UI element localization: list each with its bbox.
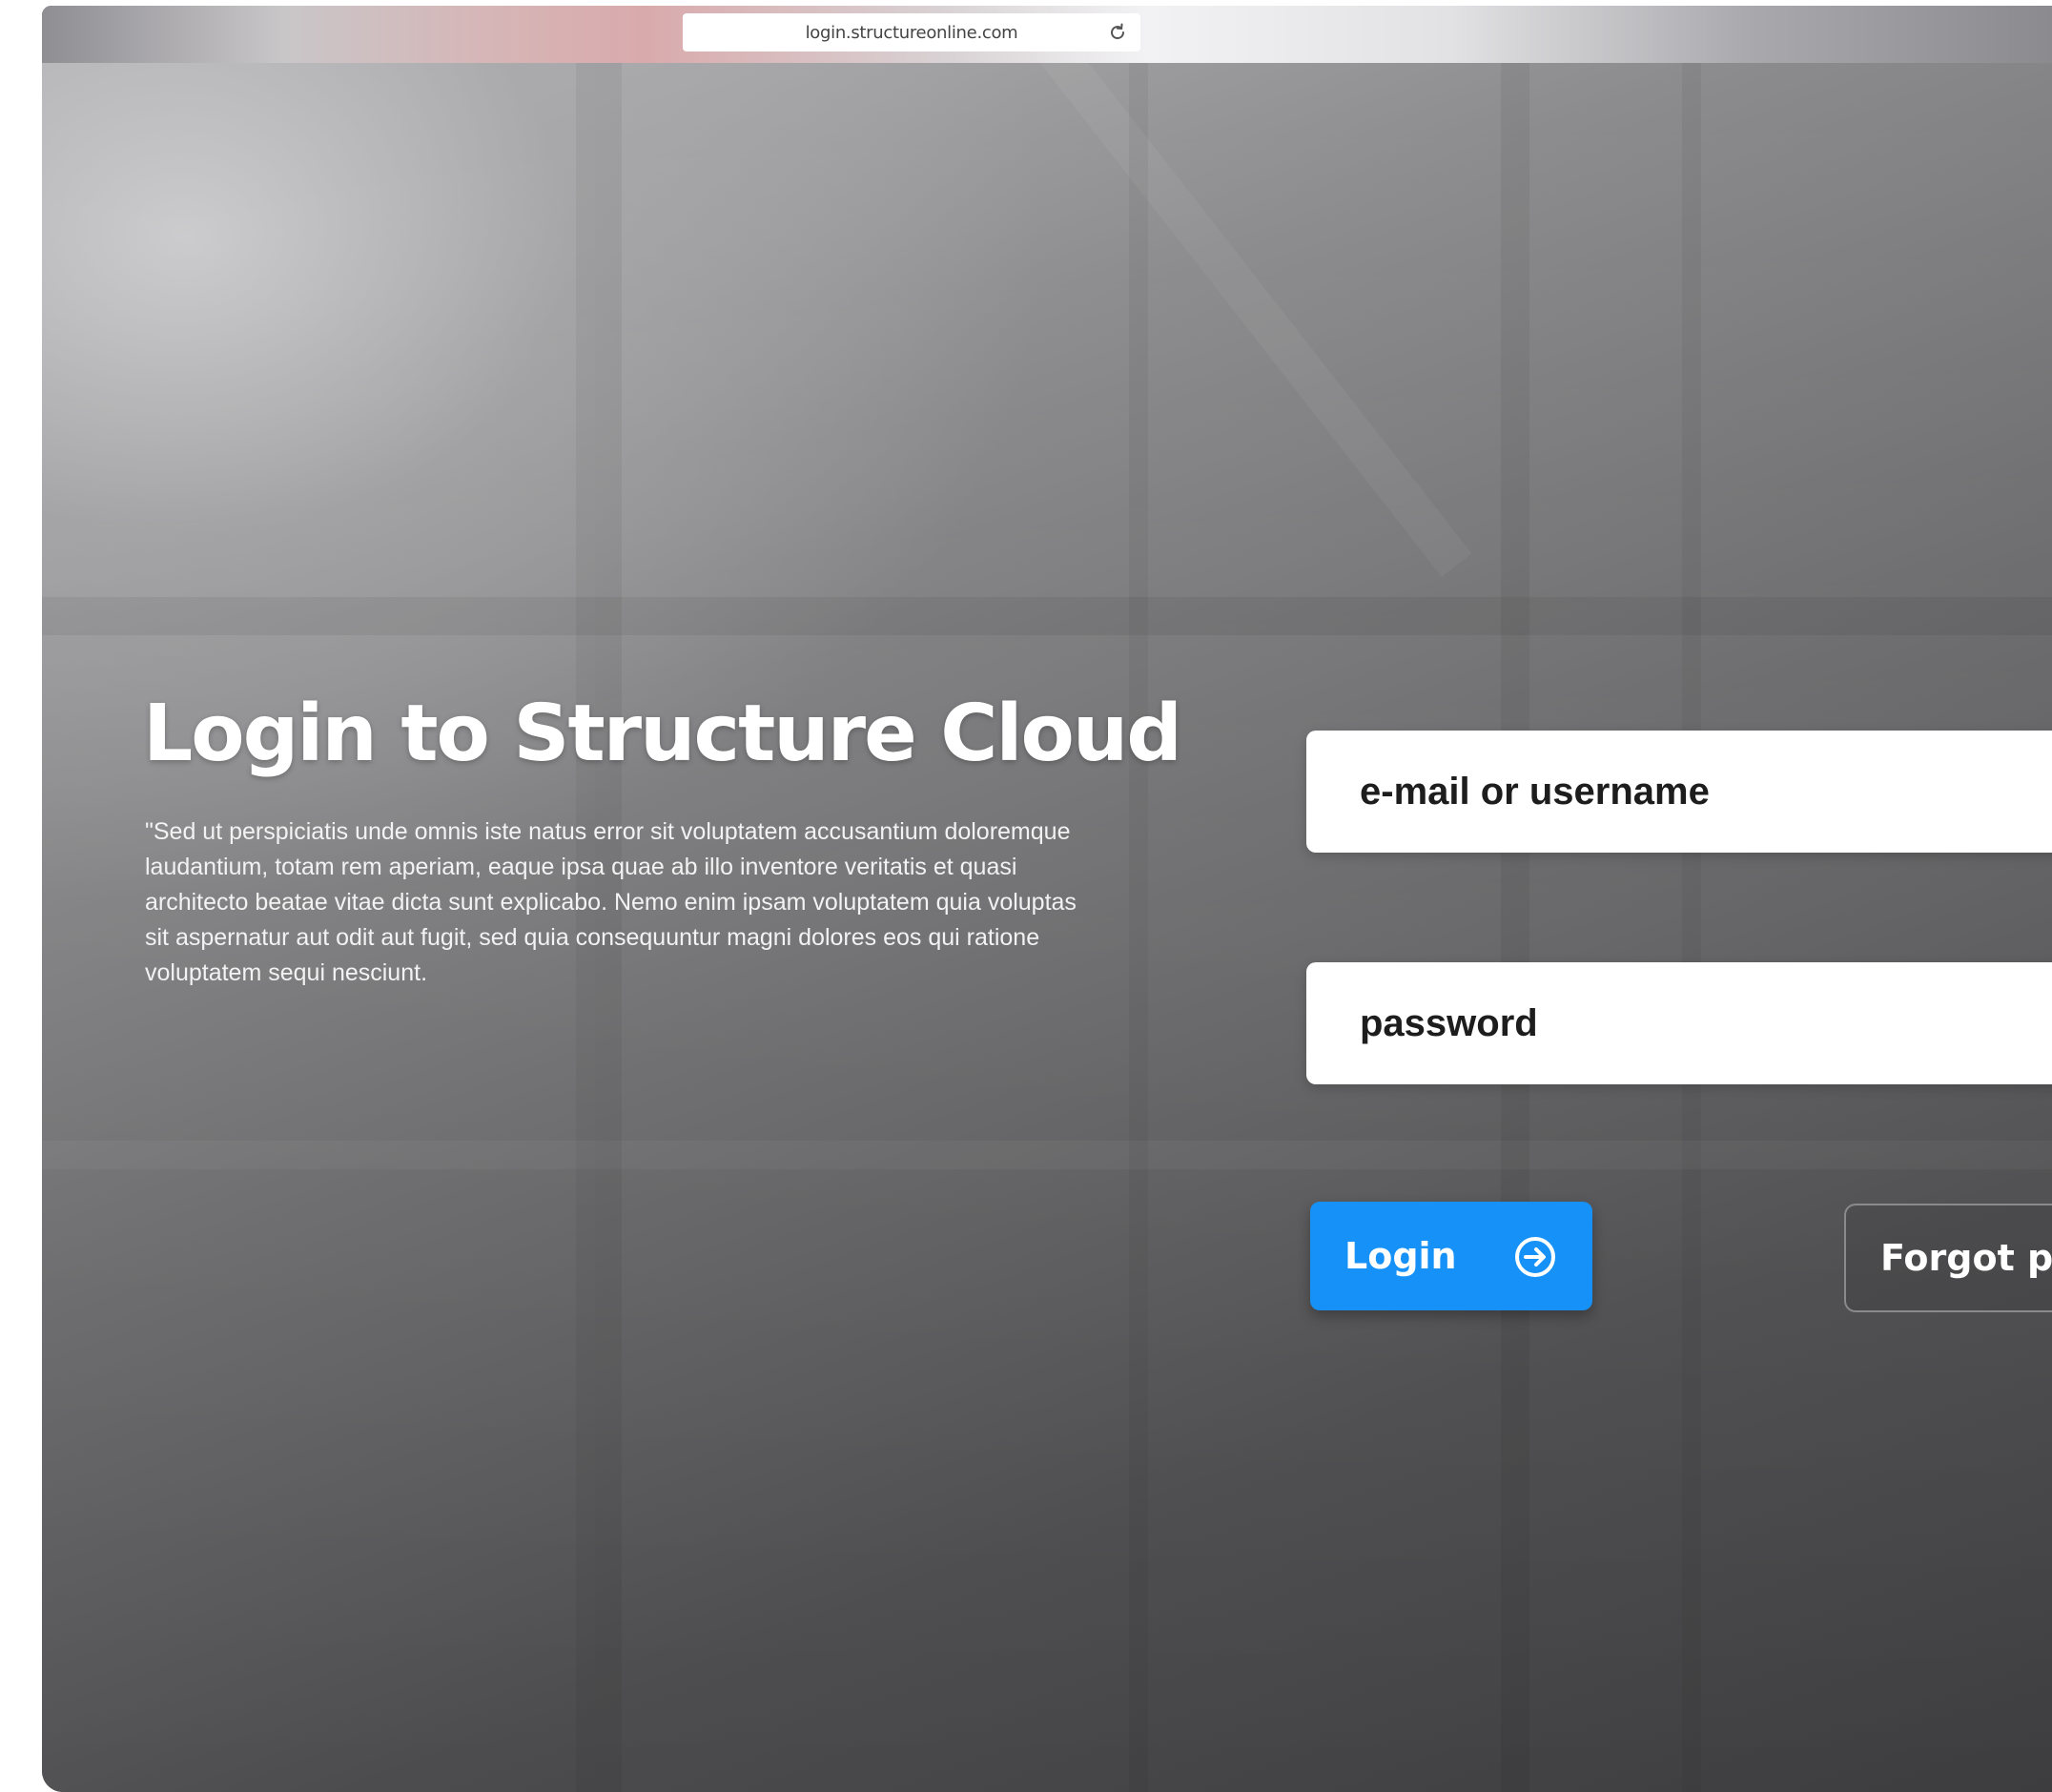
- arrow-right-circle-icon: [1512, 1234, 1558, 1280]
- password-input[interactable]: [1306, 962, 2052, 1084]
- page-title: Login to Structure Cloud: [143, 689, 1182, 779]
- forgot-password-button[interactable]: Forgot pa: [1844, 1204, 2052, 1312]
- login-button[interactable]: Login: [1310, 1202, 1592, 1310]
- background-post: [1501, 63, 1529, 1792]
- background-brace: [995, 6, 1472, 577]
- reload-icon[interactable]: [1106, 21, 1129, 44]
- login-page: Login to Structure Cloud "Sed ut perspic…: [42, 6, 2052, 1792]
- background-beam: [42, 597, 2052, 635]
- login-button-label: Login: [1344, 1235, 1457, 1277]
- browser-window: login.structureonline.com Login to Struc…: [42, 6, 2052, 1792]
- username-input[interactable]: [1306, 731, 2052, 853]
- forgot-password-label: Forgot pa: [1880, 1237, 2052, 1279]
- intro-text: "Sed ut perspiciatis unde omnis iste nat…: [145, 818, 1077, 986]
- background-beam: [42, 1141, 2052, 1169]
- url-text: login.structureonline.com: [805, 22, 1018, 43]
